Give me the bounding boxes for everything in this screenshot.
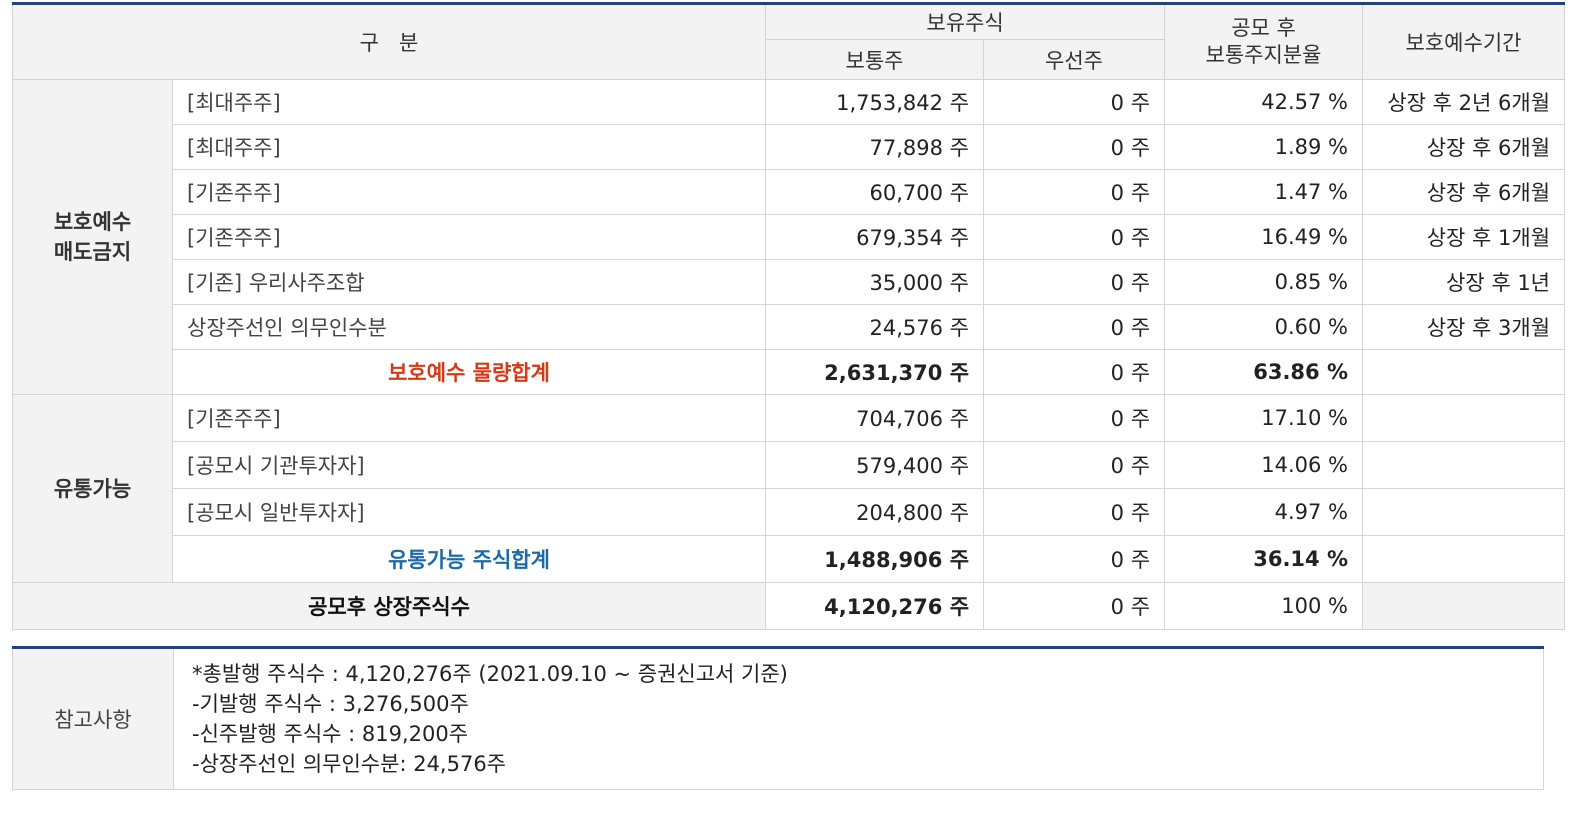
holder-name: [공모시 기관투자자] xyxy=(171,441,767,489)
holder-name: [기존주주] xyxy=(171,169,767,215)
group-lockup: 보호예수 매도금지 xyxy=(12,79,173,395)
subtotal-row: 유통가능 주식합계 1,488,906 주 0 주 36.14 % xyxy=(13,535,1566,583)
table-row: [기존주주] 679,354 주 0 주 16.49 % 상장 후 1개월 xyxy=(13,214,1566,260)
note-line: -기발행 주식수 : 3,276,500주 xyxy=(192,692,469,716)
table-row: [기존주주] 60,700 주 0 주 1.47 % 상장 후 6개월 xyxy=(13,169,1566,215)
table-row: 보호예수 매도금지 [최대주주] 1,753,842 주 0 주 42.57 %… xyxy=(12,79,1566,395)
table-row: [최대주주] 77,898 주 0 주 1.89 % 상장 후 6개월 xyxy=(13,124,1566,170)
holder-name: [최대주주] xyxy=(171,124,767,170)
preferred-shares: 0 주 xyxy=(983,79,1166,125)
preferred-shares: 0 주 xyxy=(983,535,1166,583)
preferred-shares: 0 주 xyxy=(983,488,1166,536)
common-shares: 1,753,842 주 xyxy=(765,79,985,125)
ownership-ratio: 100 % xyxy=(1164,582,1364,630)
ownership-ratio: 42.57 % xyxy=(1164,79,1364,125)
group-lockup-line1: 보호예수 xyxy=(53,210,132,234)
lockup-period: 상장 후 3개월 xyxy=(1362,304,1566,350)
holder-name: [공모시 일반투자자] xyxy=(171,488,767,536)
ownership-ratio: 16.49 % xyxy=(1164,214,1364,260)
header-lockup-period: 보호예수기간 xyxy=(1362,3,1566,80)
header-holdings: 보유주식 xyxy=(765,3,1166,40)
ownership-ratio: 17.10 % xyxy=(1164,394,1364,442)
common-shares: 24,576 주 xyxy=(765,304,985,350)
ownership-ratio: 1.89 % xyxy=(1164,124,1364,170)
total-label: 공모후 상장주식수 xyxy=(11,582,767,630)
note-line: -상장주선인 의무인수분: 24,576주 xyxy=(192,752,507,776)
ownership-ratio: 1.47 % xyxy=(1164,169,1364,215)
total-row: 공모후 상장주식수 4,120,276 주 0 주 100 % xyxy=(11,582,1566,630)
holder-name: 상장주선인 의무인수분 xyxy=(171,304,767,350)
lockup-period xyxy=(1362,394,1566,442)
common-shares: 2,631,370 주 xyxy=(765,349,985,395)
group-lockup-line2: 매도금지 xyxy=(53,240,132,264)
common-shares: 77,898 주 xyxy=(765,124,985,170)
holder-name: [기존주주] xyxy=(171,394,767,442)
preferred-shares: 0 주 xyxy=(983,582,1166,630)
lockup-period: 상장 후 1년 xyxy=(1362,259,1566,305)
preferred-shares: 0 주 xyxy=(983,124,1166,170)
notes-content: *총발행 주식수 : 4,120,276주 (2021.09.10 ~ 증권신고… xyxy=(173,647,1544,790)
lockup-subtotal-label: 보호예수 물량합계 xyxy=(171,349,767,395)
table-row: 유통가능 [기존주주] 704,706 주 0 주 17.10 % xyxy=(12,394,1566,583)
header-ratio: 공모 후 보통주지분율 xyxy=(1164,3,1364,80)
ownership-ratio: 14.06 % xyxy=(1164,441,1364,489)
preferred-shares: 0 주 xyxy=(983,214,1166,260)
lockup-period xyxy=(1362,582,1566,630)
lockup-period: 상장 후 1개월 xyxy=(1362,214,1566,260)
lockup-period xyxy=(1362,349,1566,395)
common-shares: 679,354 주 xyxy=(765,214,985,260)
ownership-ratio: 0.85 % xyxy=(1164,259,1364,305)
subtotal-row: 보호예수 물량합계 2,631,370 주 0 주 63.86 % xyxy=(13,349,1566,395)
note-line: -신주발행 주식수 : 819,200주 xyxy=(192,722,469,746)
preferred-shares: 0 주 xyxy=(983,441,1166,489)
header-common: 보통주 xyxy=(765,39,985,80)
common-shares: 35,000 주 xyxy=(765,259,985,305)
preferred-shares: 0 주 xyxy=(983,169,1166,215)
notes-table: 참고사항 *총발행 주식수 : 4,120,276주 (2021.09.10 ~… xyxy=(12,646,1544,790)
ownership-ratio: 4.97 % xyxy=(1164,488,1364,536)
common-shares: 204,800 주 xyxy=(765,488,985,536)
note-line: *총발행 주식수 : 4,120,276주 (2021.09.10 ~ 증권신고… xyxy=(192,662,788,686)
common-shares: 1,488,906 주 xyxy=(765,535,985,583)
header-category: 구 분 xyxy=(11,3,767,80)
group-float: 유통가능 xyxy=(12,394,173,583)
lockup-period xyxy=(1362,488,1566,536)
table-row: [공모시 기관투자자] 579,400 주 0 주 14.06 % xyxy=(13,441,1566,489)
header-ratio-line1: 공모 후 xyxy=(1231,16,1296,40)
header-ratio-line2: 보통주지분율 xyxy=(1205,43,1322,67)
preferred-shares: 0 주 xyxy=(983,304,1166,350)
table-row: [기존] 우리사주조합 35,000 주 0 주 0.85 % 상장 후 1년 xyxy=(13,259,1566,305)
ownership-ratio: 63.86 % xyxy=(1164,349,1364,395)
lockup-period xyxy=(1362,535,1566,583)
ownership-ratio: 0.60 % xyxy=(1164,304,1364,350)
lockup-period: 상장 후 6개월 xyxy=(1362,169,1566,215)
lockup-report: 구 분 보유주식 공모 후 보통주지분율 보호예수기간 보통주 우선주 보호예수… xyxy=(11,0,1566,790)
preferred-shares: 0 주 xyxy=(983,349,1166,395)
lockup-table: 구 분 보유주식 공모 후 보통주지분율 보호예수기간 보통주 우선주 보호예수… xyxy=(11,2,1566,630)
holder-name: [기존주주] xyxy=(171,214,767,260)
holder-name: [최대주주] xyxy=(171,79,767,125)
common-shares: 60,700 주 xyxy=(765,169,985,215)
lockup-period: 상장 후 2년 6개월 xyxy=(1362,79,1566,125)
notes-label: 참고사항 xyxy=(12,647,174,790)
header-preferred: 우선주 xyxy=(983,39,1166,80)
holder-name: [기존] 우리사주조합 xyxy=(171,259,767,305)
float-subtotal-label: 유통가능 주식합계 xyxy=(171,535,767,583)
common-shares: 704,706 주 xyxy=(765,394,985,442)
table-row: 상장주선인 의무인수분 24,576 주 0 주 0.60 % 상장 후 3개월 xyxy=(13,304,1566,350)
lockup-period: 상장 후 6개월 xyxy=(1362,124,1566,170)
preferred-shares: 0 주 xyxy=(983,259,1166,305)
common-shares: 579,400 주 xyxy=(765,441,985,489)
table-row: [공모시 일반투자자] 204,800 주 0 주 4.97 % xyxy=(13,488,1566,536)
common-shares: 4,120,276 주 xyxy=(765,582,985,630)
ownership-ratio: 36.14 % xyxy=(1164,535,1364,583)
lockup-period xyxy=(1362,441,1566,489)
preferred-shares: 0 주 xyxy=(983,394,1166,442)
